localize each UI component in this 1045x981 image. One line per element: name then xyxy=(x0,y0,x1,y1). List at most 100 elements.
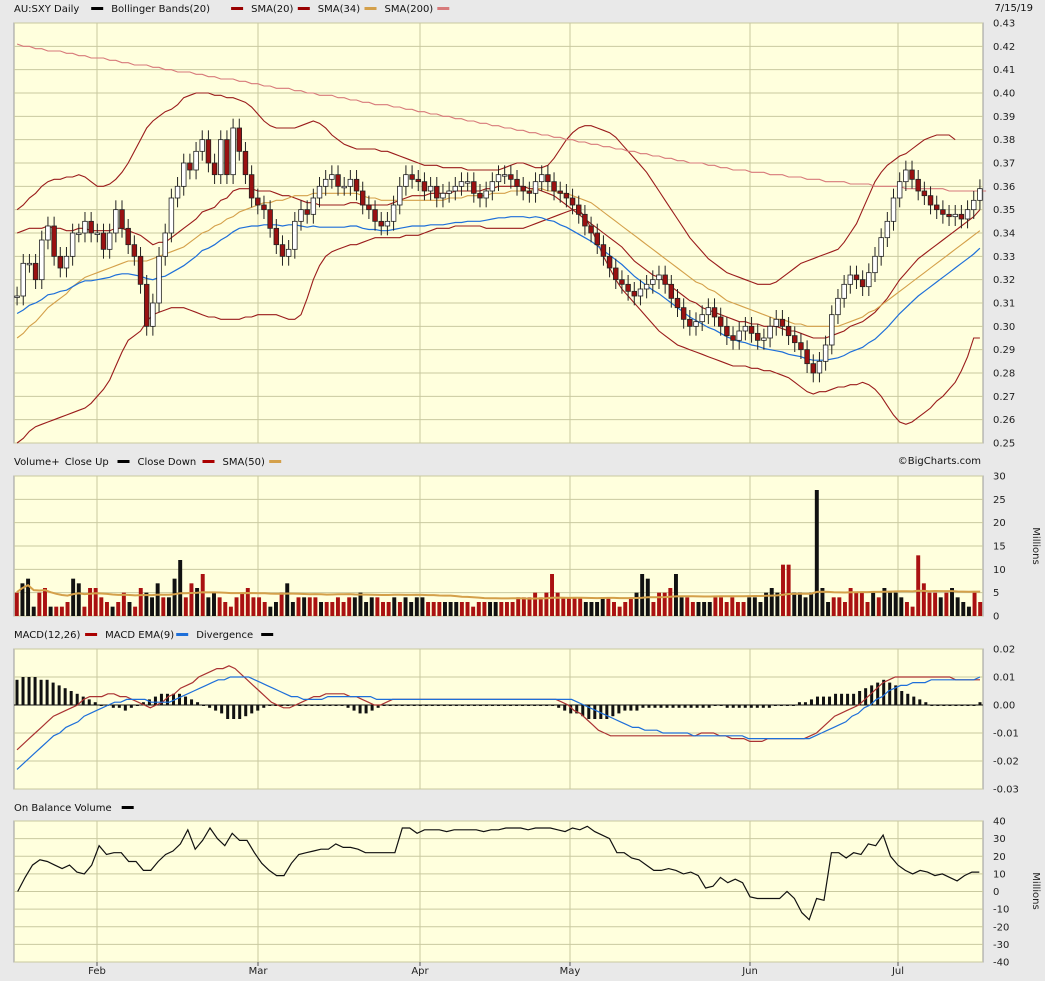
volume-bar xyxy=(347,597,352,616)
volume-bar xyxy=(527,597,532,616)
candle-up xyxy=(656,274,662,281)
candle-down xyxy=(477,192,483,199)
volume-bar xyxy=(707,602,712,616)
y-tick-label: 20 xyxy=(993,518,1006,529)
volume-bar xyxy=(685,597,690,616)
legend-swatch xyxy=(121,806,134,809)
volume-bar xyxy=(335,597,340,616)
divergence-bar xyxy=(322,705,326,706)
divergence-bar xyxy=(490,705,494,706)
volume-bar xyxy=(82,606,87,616)
candle-down xyxy=(940,209,946,215)
legend-swatch xyxy=(85,633,98,636)
volume-bar xyxy=(831,597,836,616)
divergence-bar xyxy=(912,696,916,705)
candle-up xyxy=(501,174,508,177)
candle-down xyxy=(909,169,915,180)
candle-up xyxy=(199,139,205,152)
legend-swatch xyxy=(231,7,244,10)
divergence-bar xyxy=(370,705,374,711)
candle-down xyxy=(137,255,144,285)
y-tick-label: 5 xyxy=(993,588,999,599)
candle-up xyxy=(446,190,452,194)
candle-down xyxy=(360,190,366,206)
divergence-bar xyxy=(659,705,663,708)
candle-up xyxy=(458,181,465,187)
divergence-bar xyxy=(767,705,771,708)
volume-bar xyxy=(938,597,943,616)
divergence-bar xyxy=(563,705,567,711)
candle-down xyxy=(353,178,360,192)
candle-up xyxy=(193,150,199,171)
volume-bar xyxy=(257,597,262,616)
candle-up xyxy=(82,220,88,234)
candle-down xyxy=(143,283,150,327)
candle-down xyxy=(526,190,533,194)
obv-y-label: Millions xyxy=(1030,872,1041,909)
y-tick-label: -0.03 xyxy=(993,785,1019,796)
volume-bar xyxy=(724,602,729,616)
divergence-bar xyxy=(948,705,952,706)
volume-bar xyxy=(972,592,977,616)
divergence-bar xyxy=(539,705,543,706)
divergence-bar xyxy=(208,705,212,708)
candle-up xyxy=(532,181,539,194)
volume-bar xyxy=(673,574,678,616)
divergence-bar xyxy=(352,705,356,711)
candle-down xyxy=(520,185,526,192)
volume-bar xyxy=(702,602,707,616)
candle-down xyxy=(304,209,310,215)
divergence-bar xyxy=(346,705,350,708)
volume-bar xyxy=(747,597,752,616)
volume-bar xyxy=(65,602,70,616)
y-tick-label: 0.42 xyxy=(993,42,1015,53)
divergence-bar xyxy=(460,705,464,706)
macd-plot-area xyxy=(13,648,984,790)
candle-up xyxy=(322,178,329,187)
volume-bar xyxy=(279,592,284,616)
volume-bar xyxy=(437,602,442,616)
volume-bar xyxy=(826,602,831,616)
divergence-bar xyxy=(725,705,729,708)
x-tick-label: Jun xyxy=(741,966,758,977)
divergence-bar xyxy=(647,705,651,708)
candle-up xyxy=(464,181,471,184)
candle-up xyxy=(150,302,156,327)
candle-down xyxy=(508,174,514,180)
volume-bar xyxy=(212,592,216,616)
volume-bar xyxy=(189,583,194,616)
divergence-bar xyxy=(418,705,422,706)
divergence-bar xyxy=(478,705,482,706)
candle-down xyxy=(125,227,131,246)
candle-down xyxy=(927,195,934,206)
divergence-bar xyxy=(840,693,844,705)
legend-swatch xyxy=(91,7,104,10)
divergence-bar xyxy=(719,705,723,706)
candle-down xyxy=(785,325,792,337)
divergence-bar xyxy=(497,705,500,706)
y-tick-label: 0.41 xyxy=(993,65,1015,76)
volume-bar xyxy=(161,597,166,616)
divergence-bar xyxy=(815,696,819,705)
volume-bar xyxy=(583,602,588,616)
volume-bar xyxy=(566,597,571,616)
volume-bar xyxy=(758,602,763,616)
divergence-bar xyxy=(364,705,368,714)
volume-bar xyxy=(110,606,115,616)
volume-bar xyxy=(516,597,521,616)
y-tick-label: 0.29 xyxy=(993,345,1015,356)
divergence-bar xyxy=(256,705,260,711)
candle-up xyxy=(440,192,446,199)
divergence-bar xyxy=(280,705,284,706)
volume-bar xyxy=(459,602,464,616)
volume-bar xyxy=(843,602,847,616)
divergence-bar xyxy=(924,702,928,705)
candle-up xyxy=(835,297,841,316)
divergence-bar xyxy=(828,696,832,705)
price-panel: AU:SXY Daily Bollinger Bands(20) SMA(20) SM… xyxy=(13,3,1033,467)
candle-down xyxy=(366,204,372,211)
volume-bar xyxy=(482,602,487,616)
candle-down xyxy=(687,318,693,327)
candle-up xyxy=(45,225,51,241)
volume-bar xyxy=(375,597,380,616)
